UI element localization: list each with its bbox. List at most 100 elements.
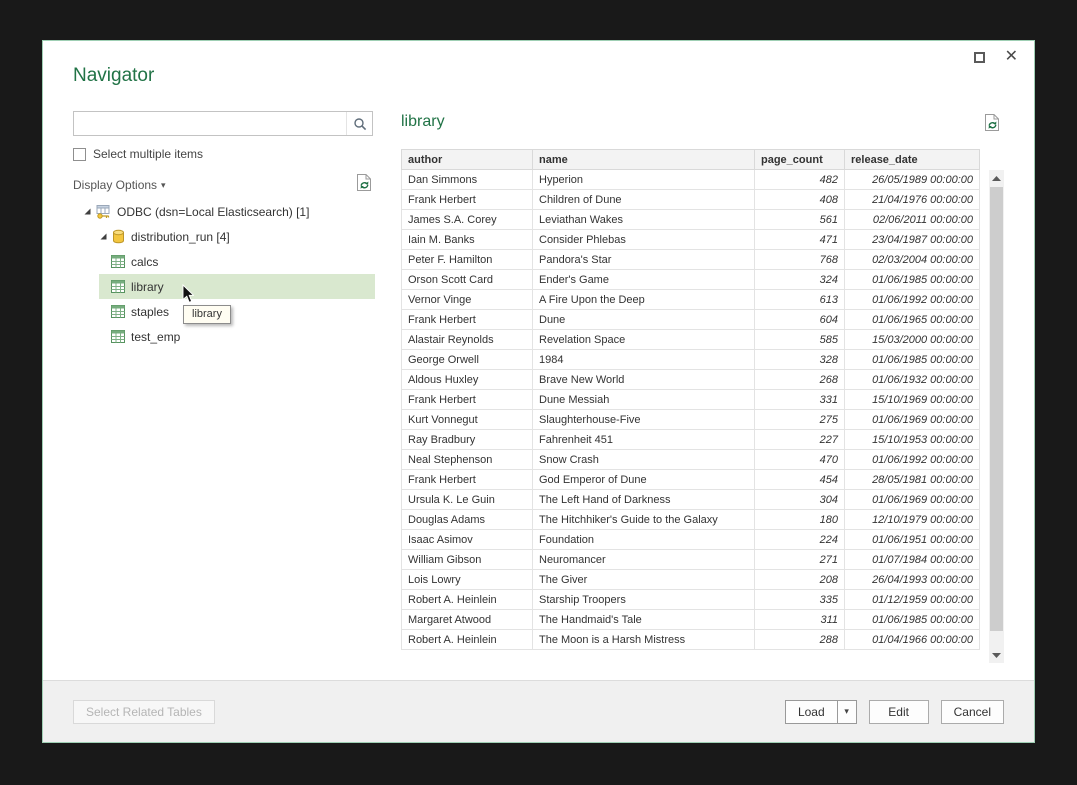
table-cell: Leviathan Wakes bbox=[533, 210, 755, 230]
display-options-dropdown[interactable]: Display Options ▾ bbox=[73, 178, 166, 192]
table-cell: Lois Lowry bbox=[402, 570, 533, 590]
table-cell: William Gibson bbox=[402, 550, 533, 570]
table-cell: 28/05/1981 00:00:00 bbox=[845, 470, 980, 490]
table-cell: Hyperion bbox=[533, 170, 755, 190]
table-cell: 01/06/1992 00:00:00 bbox=[845, 290, 980, 310]
tree-item-table[interactable]: staples bbox=[99, 299, 375, 324]
scroll-up-button[interactable] bbox=[989, 170, 1004, 186]
page-title: Navigator bbox=[73, 65, 154, 87]
refresh-tree-button[interactable] bbox=[356, 173, 373, 197]
table-cell: Consider Phlebas bbox=[533, 230, 755, 250]
chevron-down-icon: ▾ bbox=[161, 180, 166, 191]
tree-item-database[interactable]: distribution_run [4] bbox=[73, 224, 375, 249]
expand-collapse-icon[interactable] bbox=[99, 232, 112, 241]
table-row: Alastair ReynoldsRevelation Space58515/0… bbox=[402, 330, 980, 350]
search-box bbox=[73, 111, 373, 136]
table-cell: Dan Simmons bbox=[402, 170, 533, 190]
table-cell: Margaret Atwood bbox=[402, 610, 533, 630]
table-cell: Slaughterhouse-Five bbox=[533, 410, 755, 430]
load-button[interactable]: Load bbox=[785, 700, 838, 724]
expand-collapse-icon[interactable] bbox=[83, 207, 96, 216]
window-controls: ✕ bbox=[974, 49, 1018, 65]
select-multiple-label: Select multiple items bbox=[93, 147, 203, 161]
table-row: Dan SimmonsHyperion48226/05/1989 00:00:0… bbox=[402, 170, 980, 190]
table-cell: Pandora's Star bbox=[533, 250, 755, 270]
select-related-tables-button[interactable]: Select Related Tables bbox=[73, 700, 215, 724]
select-multiple-row: Select multiple items bbox=[73, 147, 203, 161]
table-cell: 01/06/1969 00:00:00 bbox=[845, 410, 980, 430]
table-cell: The Handmaid's Tale bbox=[533, 610, 755, 630]
column-header: name bbox=[533, 150, 755, 170]
table-cell: 224 bbox=[755, 530, 845, 550]
table-cell: Neuromancer bbox=[533, 550, 755, 570]
table-cell: Frank Herbert bbox=[402, 190, 533, 210]
preview-scrollbar[interactable] bbox=[989, 170, 1004, 663]
table-row: Frank HerbertGod Emperor of Dune45428/05… bbox=[402, 470, 980, 490]
close-button[interactable]: ✕ bbox=[1005, 49, 1018, 65]
odbc-source-icon bbox=[96, 205, 111, 219]
select-multiple-checkbox[interactable] bbox=[73, 148, 86, 161]
tree-item-odbc-source[interactable]: ODBC (dsn=Local Elasticsearch) [1] bbox=[73, 199, 375, 224]
table-cell: 311 bbox=[755, 610, 845, 630]
table-cell: Frank Herbert bbox=[402, 470, 533, 490]
tree-item-table[interactable]: library bbox=[99, 274, 375, 299]
table-cell: 01/06/1985 00:00:00 bbox=[845, 610, 980, 630]
table-row: Ray BradburyFahrenheit 45122715/10/1953 … bbox=[402, 430, 980, 450]
table-cell: Douglas Adams bbox=[402, 510, 533, 530]
table-cell: 02/06/2011 00:00:00 bbox=[845, 210, 980, 230]
table-row: William GibsonNeuromancer27101/07/1984 0… bbox=[402, 550, 980, 570]
table-cell: Children of Dune bbox=[533, 190, 755, 210]
table-row: Neal StephensonSnow Crash47001/06/1992 0… bbox=[402, 450, 980, 470]
table-cell: Ursula K. Le Guin bbox=[402, 490, 533, 510]
table-row: Margaret AtwoodThe Handmaid's Tale31101/… bbox=[402, 610, 980, 630]
tree-item-table[interactable]: calcs bbox=[99, 249, 375, 274]
tree-tables-group: calcs library bbox=[73, 249, 375, 349]
refresh-preview-button[interactable] bbox=[984, 113, 1001, 137]
table-cell: Ender's Game bbox=[533, 270, 755, 290]
preview-table-title: library bbox=[401, 113, 445, 131]
table-row: Isaac AsimovFoundation22401/06/1951 00:0… bbox=[402, 530, 980, 550]
navigation-tree: ODBC (dsn=Local Elasticsearch) [1] distr… bbox=[73, 199, 375, 349]
edit-button[interactable]: Edit bbox=[869, 700, 929, 724]
table-cell: 01/06/1985 00:00:00 bbox=[845, 350, 980, 370]
table-cell: 01/06/1951 00:00:00 bbox=[845, 530, 980, 550]
table-cell: 768 bbox=[755, 250, 845, 270]
scrollbar-thumb[interactable] bbox=[990, 187, 1003, 631]
table-cell: 01/06/1985 00:00:00 bbox=[845, 270, 980, 290]
table-cell: Aldous Huxley bbox=[402, 370, 533, 390]
table-cell: Neal Stephenson bbox=[402, 450, 533, 470]
table-row: Iain M. BanksConsider Phlebas47123/04/19… bbox=[402, 230, 980, 250]
table-cell: 304 bbox=[755, 490, 845, 510]
column-header: author bbox=[402, 150, 533, 170]
table-cell: A Fire Upon the Deep bbox=[533, 290, 755, 310]
tree-item-label: test_emp bbox=[131, 330, 180, 344]
table-cell: 23/04/1987 00:00:00 bbox=[845, 230, 980, 250]
cancel-button[interactable]: Cancel bbox=[941, 700, 1004, 724]
table-cell: 15/10/1953 00:00:00 bbox=[845, 430, 980, 450]
search-button[interactable] bbox=[346, 112, 372, 135]
table-cell: Peter F. Hamilton bbox=[402, 250, 533, 270]
table-cell: 01/12/1959 00:00:00 bbox=[845, 590, 980, 610]
table-cell: James S.A. Corey bbox=[402, 210, 533, 230]
table-cell: The Moon is a Harsh Mistress bbox=[533, 630, 755, 650]
table-row: Robert A. HeinleinStarship Troopers33501… bbox=[402, 590, 980, 610]
maximize-button[interactable] bbox=[974, 52, 985, 63]
table-cell: Frank Herbert bbox=[402, 390, 533, 410]
table-cell: 01/04/1966 00:00:00 bbox=[845, 630, 980, 650]
table-cell: 02/03/2004 00:00:00 bbox=[845, 250, 980, 270]
mouse-cursor-icon bbox=[181, 284, 194, 309]
table-cell: Orson Scott Card bbox=[402, 270, 533, 290]
table-cell: 180 bbox=[755, 510, 845, 530]
table-cell: The Hitchhiker's Guide to the Galaxy bbox=[533, 510, 755, 530]
table-row: James S.A. CoreyLeviathan Wakes56102/06/… bbox=[402, 210, 980, 230]
table-cell: 01/06/1965 00:00:00 bbox=[845, 310, 980, 330]
table-cell: 15/10/1969 00:00:00 bbox=[845, 390, 980, 410]
search-input[interactable] bbox=[74, 112, 346, 135]
tree-item-table[interactable]: test_emp bbox=[99, 324, 375, 349]
table-row: Robert A. HeinleinThe Moon is a Harsh Mi… bbox=[402, 630, 980, 650]
table-cell: 15/03/2000 00:00:00 bbox=[845, 330, 980, 350]
scroll-down-button[interactable] bbox=[989, 647, 1004, 663]
table-icon bbox=[111, 255, 125, 268]
load-dropdown-button[interactable]: ▾ bbox=[837, 700, 857, 724]
table-cell: 408 bbox=[755, 190, 845, 210]
